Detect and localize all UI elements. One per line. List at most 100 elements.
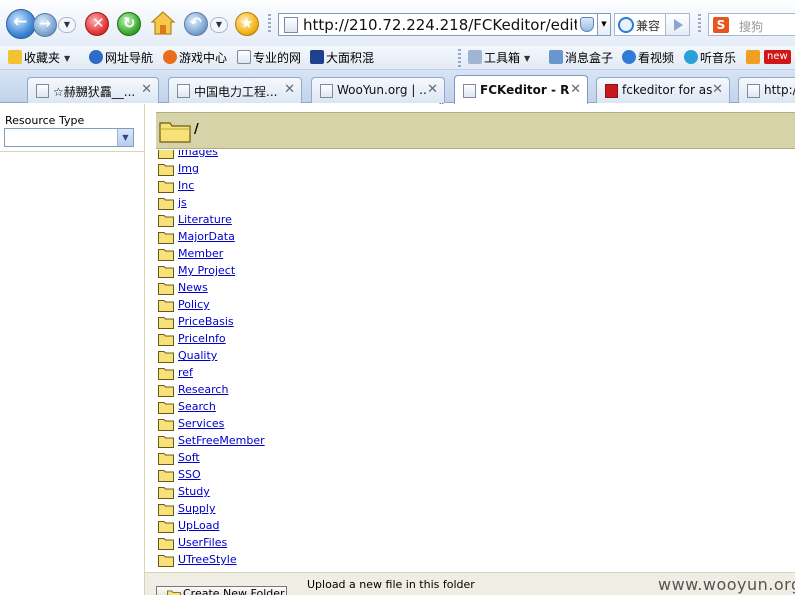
chevron-down-icon: ▼ (64, 54, 71, 63)
bookmark-label: 工具箱 (484, 51, 521, 65)
folder-link[interactable]: UserFiles (178, 536, 227, 549)
bookmark-mix[interactable]: 大面积混 (310, 50, 374, 67)
play-icon (674, 19, 683, 31)
folder-link[interactable]: PriceInfo (178, 332, 226, 345)
folder-link[interactable]: SetFreeMember (178, 434, 265, 447)
bookmark-favorites[interactable]: 收藏夹 ▼ (8, 50, 70, 67)
search-box[interactable]: S 搜狗 (708, 13, 795, 36)
tab-label: ☆赫嬲犾靐__... (53, 85, 136, 99)
folder-link[interactable]: Policy (178, 298, 210, 311)
close-icon[interactable]: ✕ (141, 82, 152, 97)
resource-pane: Resource Type ▼ (0, 104, 145, 595)
folder-list: images Img Inc js Literature MajorData Member M… (156, 150, 795, 570)
tab-label: http://... (764, 83, 795, 97)
security-shield-icon[interactable] (580, 17, 594, 32)
folder-link[interactable]: Study (178, 485, 210, 498)
folder-link[interactable]: js (178, 196, 187, 209)
folder-link[interactable]: Services (178, 417, 224, 430)
bookmark-video[interactable]: 看视频 (622, 50, 674, 67)
chevron-down-icon[interactable]: ▼ (117, 129, 133, 146)
folder-link[interactable]: Research (178, 383, 228, 396)
star-folder-icon (8, 50, 22, 64)
address-bar[interactable]: http://210.72.224.218/FCKeditor/editor/f… (278, 13, 598, 36)
close-icon[interactable]: ✕ (570, 82, 581, 97)
address-url[interactable]: http://210.72.224.218/FCKeditor/editor/f… (303, 15, 577, 35)
tab-2[interactable]: 中国电力工程... ✕ (168, 77, 302, 103)
folder-icon (158, 181, 174, 193)
refresh-icon: ↻ (123, 14, 136, 32)
star-icon: ★ (240, 14, 254, 32)
undo-dropdown[interactable]: ▼ (210, 17, 228, 33)
stop-button[interactable]: ✕ (85, 12, 109, 36)
sogou-nav-icon (89, 50, 103, 64)
refresh-button[interactable]: ↻ (117, 12, 141, 36)
folder-link[interactable]: PriceBasis (178, 315, 234, 328)
address-dropdown[interactable]: ▼ (598, 13, 611, 36)
folder-link[interactable]: ref (178, 366, 193, 379)
bookmark-label: 消息盒子 (565, 51, 614, 65)
folder-icon (158, 470, 174, 482)
tab-6[interactable]: http://... (738, 77, 795, 103)
folder-icon (158, 521, 174, 533)
folder-icon (158, 351, 174, 363)
bookmark-music[interactable]: 听音乐 (684, 50, 736, 67)
folder-link[interactable]: Quality (178, 349, 217, 362)
page-icon (463, 84, 476, 98)
resource-type-select[interactable]: ▼ (4, 128, 134, 147)
folder-link[interactable]: MajorData (178, 230, 235, 243)
back-button[interactable]: ← (6, 9, 36, 39)
folder-link[interactable]: Soft (178, 451, 200, 464)
create-folder-button[interactable]: Create New Folder (156, 586, 287, 595)
folder-link[interactable]: UpLoad (178, 519, 219, 532)
folder-icon (158, 266, 174, 278)
go-button[interactable] (666, 13, 690, 36)
folder-link[interactable]: Img (178, 162, 199, 175)
folder-link[interactable]: SSO (178, 468, 201, 481)
watermark: www.wooyun.org (658, 575, 795, 594)
folder-icon (158, 487, 174, 499)
forward-button[interactable]: → (33, 13, 57, 37)
tab-3[interactable]: WooYun.org | ... ✕ (311, 77, 445, 103)
favorites-button[interactable]: ★ (235, 12, 259, 36)
folder-link[interactable]: images (178, 150, 218, 158)
folder-link[interactable]: Supply (178, 502, 216, 515)
navigation-toolbar: ← → ▼ ✕ ↻ ↶ ▼ ★ http://210.72.224.218/FC… (0, 0, 795, 46)
folder-link[interactable]: UTreeStyle (178, 553, 237, 566)
folder-icon (158, 368, 174, 380)
search-placeholder[interactable]: 搜狗 (739, 18, 763, 35)
folder-link[interactable]: Inc (178, 179, 194, 192)
tab-fckeditor-active[interactable]: FCKeditor - R... ✕ (454, 75, 588, 104)
toolbar-separator (268, 14, 271, 32)
tab-5[interactable]: fckeditor for as... ✕ (596, 77, 730, 103)
bookmark-nav[interactable]: 网址导航 (89, 50, 153, 67)
bookmark-games[interactable]: 游戏中心 (163, 50, 227, 67)
undo-icon: ↶ (190, 15, 202, 31)
folder-link[interactable]: Search (178, 400, 216, 413)
folder-open-icon (159, 122, 191, 143)
folder-icon (158, 300, 174, 312)
close-icon[interactable]: ✕ (427, 82, 438, 97)
message-box-icon (549, 50, 563, 64)
bookmark-pro[interactable]: 专业的网 (237, 50, 301, 67)
home-icon[interactable] (150, 10, 176, 36)
close-icon[interactable]: ✕ (284, 82, 295, 97)
folder-link[interactable]: Member (178, 247, 223, 260)
folder-link[interactable]: My Project (178, 264, 235, 277)
folder-link[interactable]: Literature (178, 213, 232, 226)
bookmark-toolbox[interactable]: 工具箱 ▼ (468, 50, 530, 67)
new-badge[interactable]: new (764, 50, 791, 64)
folder-icon (158, 504, 174, 516)
bookmark-game[interactable] (746, 50, 762, 67)
history-dropdown[interactable]: ▼ (58, 17, 76, 33)
bookmark-messages[interactable]: 消息盒子 (549, 50, 613, 67)
tab-strip: ☆赫嬲犾靐__... ✕ 中国电力工程... ✕ WooYun.org | ..… (0, 70, 795, 104)
folder-icon (158, 385, 174, 397)
tab-label: WooYun.org | ... (337, 83, 427, 97)
compat-mode-button[interactable]: 兼容 (614, 13, 666, 36)
tab-1[interactable]: ☆赫嬲犾靐__... ✕ (27, 77, 159, 103)
undo-close-tab-button[interactable]: ↶ (184, 12, 208, 36)
folder-link[interactable]: News (178, 281, 208, 294)
close-icon[interactable]: ✕ (712, 82, 723, 97)
page-icon (284, 17, 298, 33)
resource-type-label: Resource Type (5, 114, 85, 127)
